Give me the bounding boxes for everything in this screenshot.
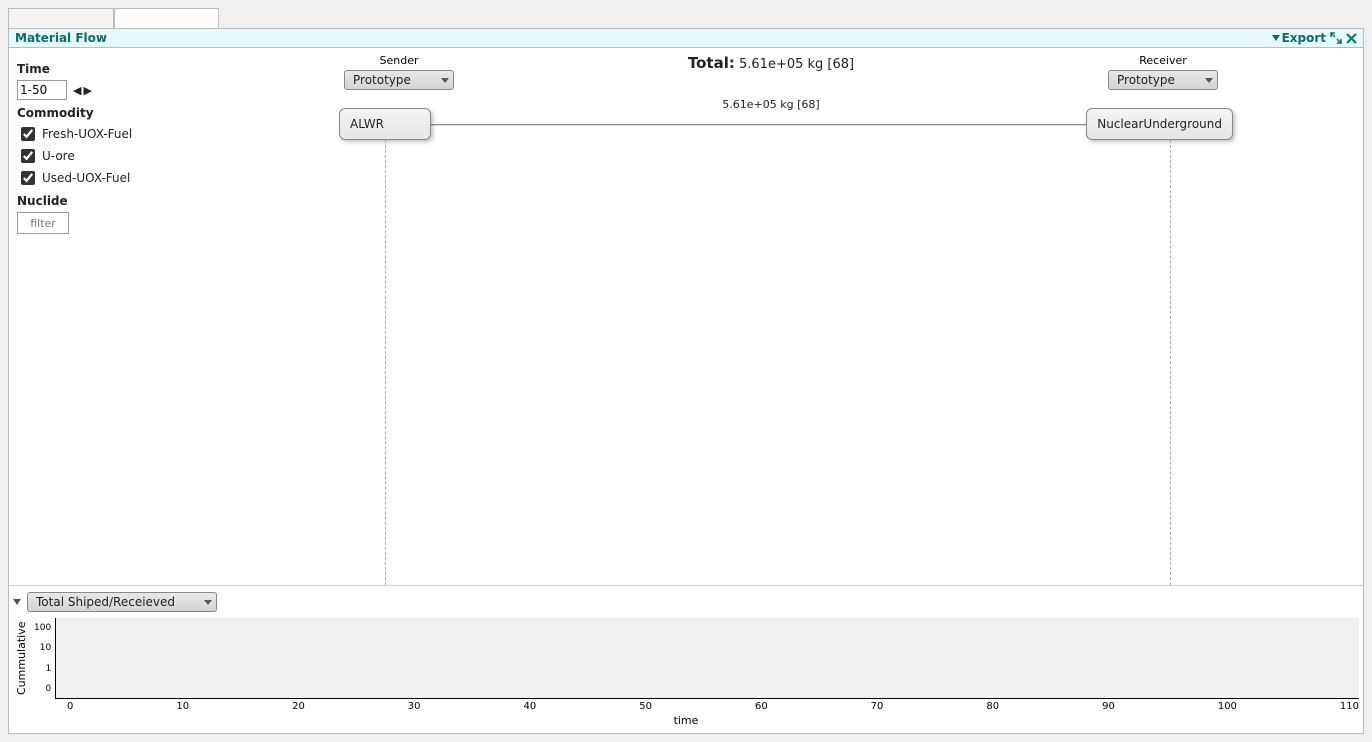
xtick: 10 [176, 701, 189, 712]
receiver-dropdown-label: Prototype [1117, 73, 1197, 87]
close-icon[interactable] [1346, 33, 1357, 44]
lower-toolbar: Total Shiped/Receieved [13, 590, 1359, 614]
total-value: 5.61e+05 kg [68] [739, 57, 854, 72]
tab-placeholder-2[interactable] [114, 8, 220, 28]
chart: Cummulative 100 10 1 0 [13, 618, 1359, 699]
commodity-heading: Commodity [17, 106, 171, 120]
xtick: 20 [292, 701, 305, 712]
ytick: 0 [34, 684, 51, 694]
sender-node-label: ALWR [350, 117, 384, 131]
chart-mode-label: Total Shiped/Receieved [36, 595, 196, 609]
commodity-row: Fresh-UOX-Fuel [17, 124, 171, 144]
sender-node[interactable]: ALWR [339, 108, 431, 140]
chart-ylabel: Cummulative [13, 618, 30, 699]
receiver-column: Receiver Prototype [1083, 54, 1243, 90]
panel-title: Material Flow [15, 31, 107, 45]
ytick: 100 [34, 623, 51, 633]
receiver-node[interactable]: NuclearUnderground [1086, 108, 1233, 140]
commodity-row: U-ore [17, 146, 171, 166]
commodity-checkbox-used-uox[interactable] [21, 171, 35, 185]
panel-header: Material Flow Export [9, 29, 1363, 48]
chevron-down-icon [1272, 35, 1280, 41]
time-row: ◀ ▶ [17, 80, 171, 100]
chart-xlabel: time [13, 714, 1359, 727]
tabs-strip [8, 8, 1364, 28]
commodity-checkbox-u-ore[interactable] [21, 149, 35, 163]
receiver-guideline [1170, 140, 1171, 585]
commodity-label: Used-UOX-Fuel [42, 171, 130, 185]
time-prev-button[interactable]: ◀ [73, 85, 81, 96]
chart-mode-dropdown[interactable]: Total Shiped/Receieved [27, 592, 217, 612]
commodity-checkbox-fresh-uox[interactable] [21, 127, 35, 141]
xtick: 110 [1340, 701, 1359, 712]
sidebar: Time ◀ ▶ Commodity Fresh-UOX-Fuel U-ore [9, 48, 179, 585]
export-label: Export [1282, 31, 1326, 45]
chevron-down-icon [1205, 78, 1213, 83]
sender-dropdown-label: Prototype [353, 73, 433, 87]
chevron-down-icon [204, 600, 212, 605]
commodity-label: U-ore [42, 149, 75, 163]
receiver-heading: Receiver [1083, 54, 1243, 67]
xtick: 30 [408, 701, 421, 712]
xtick: 50 [639, 701, 652, 712]
lower-section: Total Shiped/Receieved Cummulative 100 1… [9, 586, 1363, 733]
xtick: 90 [1102, 701, 1115, 712]
time-input[interactable] [17, 80, 67, 100]
xtick: 70 [871, 701, 884, 712]
chart-xaxis: 0 10 20 30 40 50 60 70 80 90 100 110 [67, 699, 1359, 712]
receiver-node-label: NuclearUnderground [1097, 117, 1222, 131]
export-menu[interactable]: Export [1272, 31, 1326, 45]
xtick: 0 [67, 701, 73, 712]
chevron-down-icon [441, 78, 449, 83]
edge-line [431, 124, 1110, 126]
ytick: 1 [34, 664, 51, 674]
commodity-row: Used-UOX-Fuel [17, 168, 171, 188]
ytick: 10 [34, 643, 51, 653]
xtick: 60 [755, 701, 768, 712]
nuclide-filter-input[interactable] [17, 212, 69, 234]
xtick: 40 [524, 701, 537, 712]
material-flow-panel: Material Flow Export Time ◀ ▶ [8, 28, 1364, 734]
upper-section: Time ◀ ▶ Commodity Fresh-UOX-Fuel U-ore [9, 48, 1363, 586]
xtick: 100 [1218, 701, 1237, 712]
collapse-icon[interactable] [13, 599, 21, 605]
commodity-label: Fresh-UOX-Fuel [42, 127, 132, 141]
total-label: Total: [688, 54, 735, 72]
sender-guideline [385, 140, 386, 585]
tab-placeholder-1[interactable] [8, 8, 114, 28]
expand-icon[interactable] [1330, 32, 1342, 44]
chart-yaxis: 100 10 1 0 [30, 618, 55, 699]
time-heading: Time [17, 62, 171, 76]
chart-plot-area[interactable] [55, 618, 1359, 699]
panel-body: Time ◀ ▶ Commodity Fresh-UOX-Fuel U-ore [9, 48, 1363, 733]
flow-area: Sender Prototype Total: 5.61e+05 kg [68]… [179, 48, 1363, 585]
nuclide-heading: Nuclide [17, 194, 171, 208]
time-next-button[interactable]: ▶ [83, 85, 91, 96]
xtick: 80 [986, 701, 999, 712]
sender-dropdown[interactable]: Prototype [344, 70, 454, 90]
receiver-dropdown[interactable]: Prototype [1108, 70, 1218, 90]
